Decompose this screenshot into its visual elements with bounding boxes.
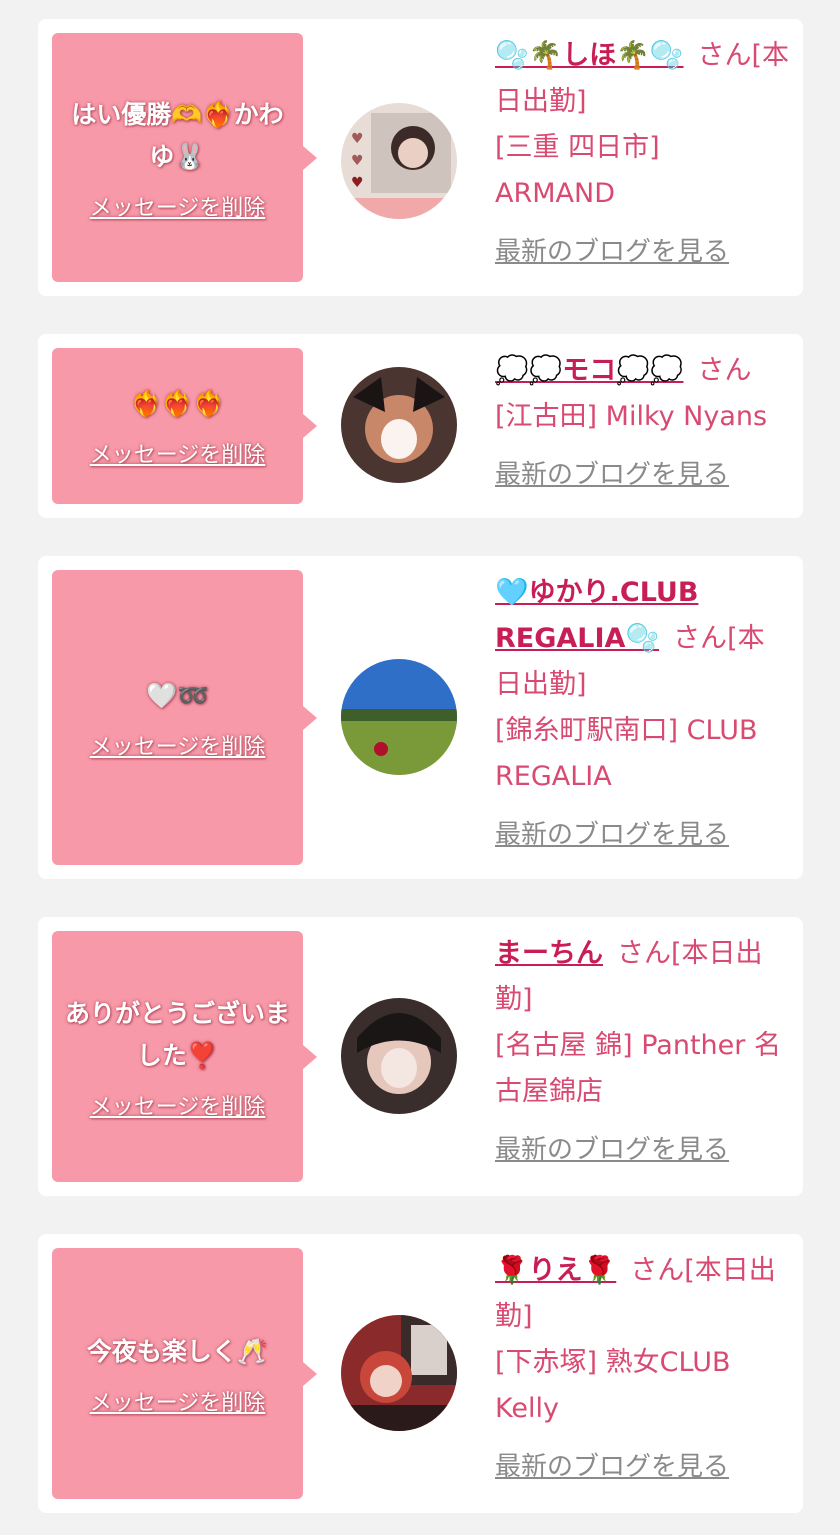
san-label: さん (697, 40, 752, 71)
cast-info: 💭💭モコ💭💭 さん [江古田] Milky Nyans 最新のブログを見る (495, 348, 795, 498)
avatar[interactable] (341, 998, 457, 1114)
san-label: さん (673, 623, 728, 654)
cast-name-link[interactable]: 🌹りえ🌹 (495, 1255, 616, 1286)
message-text: ありがとうございました❣️ (64, 998, 290, 1070)
message-bubble: ❤️‍🔥❤️‍🔥❤️‍🔥 メッセージを削除 (52, 348, 317, 504)
svg-text:♥: ♥ (351, 153, 364, 169)
shop-location: [下赤塚] 熟女CLUB Kelly (495, 1347, 731, 1424)
avatar[interactable] (341, 659, 457, 775)
latest-blog-link[interactable]: 最新のブログを見る (495, 452, 795, 498)
cast-info: 🩵ゆかり.CLUB REGALIA🫧 さん[本日出勤] [錦糸町駅南口] CLUB… (495, 570, 790, 858)
svg-text:♥: ♥ (351, 131, 364, 147)
svg-text:♥: ♥ (351, 175, 364, 191)
message-bubble: 🤍➿ メッセージを削除 (52, 570, 317, 865)
message-text: はい優勝🫶❤️‍🔥かわゆ🐰 (71, 99, 284, 171)
message-bubble: はい優勝🫶❤️‍🔥かわゆ🐰 メッセージを削除 (52, 33, 317, 282)
cast-name-link[interactable]: 🫧🌴しほ🌴🫧 (495, 40, 683, 71)
san-label: さん (617, 938, 671, 969)
avatar[interactable] (341, 1315, 457, 1431)
message-card: 今夜も楽しく🥂 メッセージを削除 🌹りえ🌹 さん[本日出勤] [下赤塚] 熟女CL… (38, 1234, 803, 1513)
latest-blog-link[interactable]: 最新のブログを見る (495, 229, 790, 275)
message-bubble: ありがとうございました❣️ メッセージを削除 (52, 931, 317, 1182)
latest-blog-link[interactable]: 最新のブログを見る (495, 1444, 790, 1490)
shop-location: [名古屋 錦] Panther 名古屋錦店 (495, 1030, 781, 1107)
shop-location: [錦糸町駅南口] CLUB REGALIA (495, 715, 758, 792)
cast-name-link[interactable]: まーちん (495, 938, 603, 969)
avatar[interactable]: ♥ ♥ ♥ (341, 103, 457, 219)
delete-message-link[interactable]: メッセージを削除 (90, 1089, 266, 1121)
message-text: 今夜も楽しく🥂 (86, 1336, 269, 1366)
avatar[interactable] (341, 367, 457, 483)
cast-name-link[interactable]: 🩵ゆかり.CLUB REGALIA🫧 (495, 577, 698, 654)
delete-message-link[interactable]: メッセージを削除 (90, 729, 266, 761)
delete-message-link[interactable]: メッセージを削除 (90, 190, 266, 222)
cast-info: 🌹りえ🌹 さん[本日出勤] [下赤塚] 熟女CLUB Kelly 最新のブログを見… (495, 1248, 790, 1490)
message-card: ありがとうございました❣️ メッセージを削除 まーちん さん[本日出勤] [名古屋… (38, 917, 803, 1196)
cast-info: 🫧🌴しほ🌴🫧 さん[本日出勤] [三重 四日市] ARMAND 最新のブログを見る (495, 33, 790, 275)
message-text: 🤍➿ (146, 680, 209, 710)
message-text: ❤️‍🔥❤️‍🔥❤️‍🔥 (130, 389, 225, 418)
message-card: 🤍➿ メッセージを削除 🩵ゆかり.CLUB REGALIA🫧 さん[本日出勤] [… (38, 556, 803, 879)
latest-blog-link[interactable]: 最新のブログを見る (495, 812, 790, 858)
shop-location: [江古田] Milky Nyans (495, 401, 768, 432)
san-label: さん (697, 355, 752, 386)
message-bubble: 今夜も楽しく🥂 メッセージを削除 (52, 1248, 317, 1499)
message-card: ❤️‍🔥❤️‍🔥❤️‍🔥 メッセージを削除 💭💭モコ💭💭 さん [江古田] Mil… (38, 334, 803, 518)
shop-location: [三重 四日市] ARMAND (495, 132, 660, 209)
delete-message-link[interactable]: メッセージを削除 (90, 1385, 266, 1417)
san-label: さん (630, 1255, 685, 1286)
cast-name-link[interactable]: 💭💭モコ💭💭 (495, 355, 683, 386)
message-card: はい優勝🫶❤️‍🔥かわゆ🐰 メッセージを削除 ♥ ♥ ♥ 🫧🌴しほ🌴🫧 さん[本日… (38, 19, 803, 296)
delete-message-link[interactable]: メッセージを削除 (90, 437, 266, 469)
cast-info: まーちん さん[本日出勤] [名古屋 錦] Panther 名古屋錦店 最新のブロ… (495, 931, 790, 1173)
latest-blog-link[interactable]: 最新のブログを見る (495, 1127, 790, 1173)
